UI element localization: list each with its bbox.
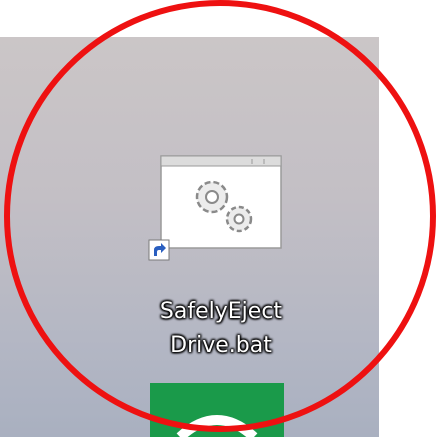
shortcut-label-line2: Drive.bat	[170, 333, 272, 358]
desktop-shortcut-safelyeject[interactable]: SafelyEject Drive.bat	[128, 147, 314, 367]
batch-file-gears-icon	[160, 155, 282, 249]
green-app-icon[interactable]	[150, 383, 284, 437]
shortcut-label-line1: SafelyEject	[159, 299, 283, 324]
shortcut-arrow-icon	[148, 239, 170, 261]
desktop-background: SafelyEject Drive.bat	[0, 37, 379, 437]
shortcut-label: SafelyEject Drive.bat	[128, 295, 314, 363]
